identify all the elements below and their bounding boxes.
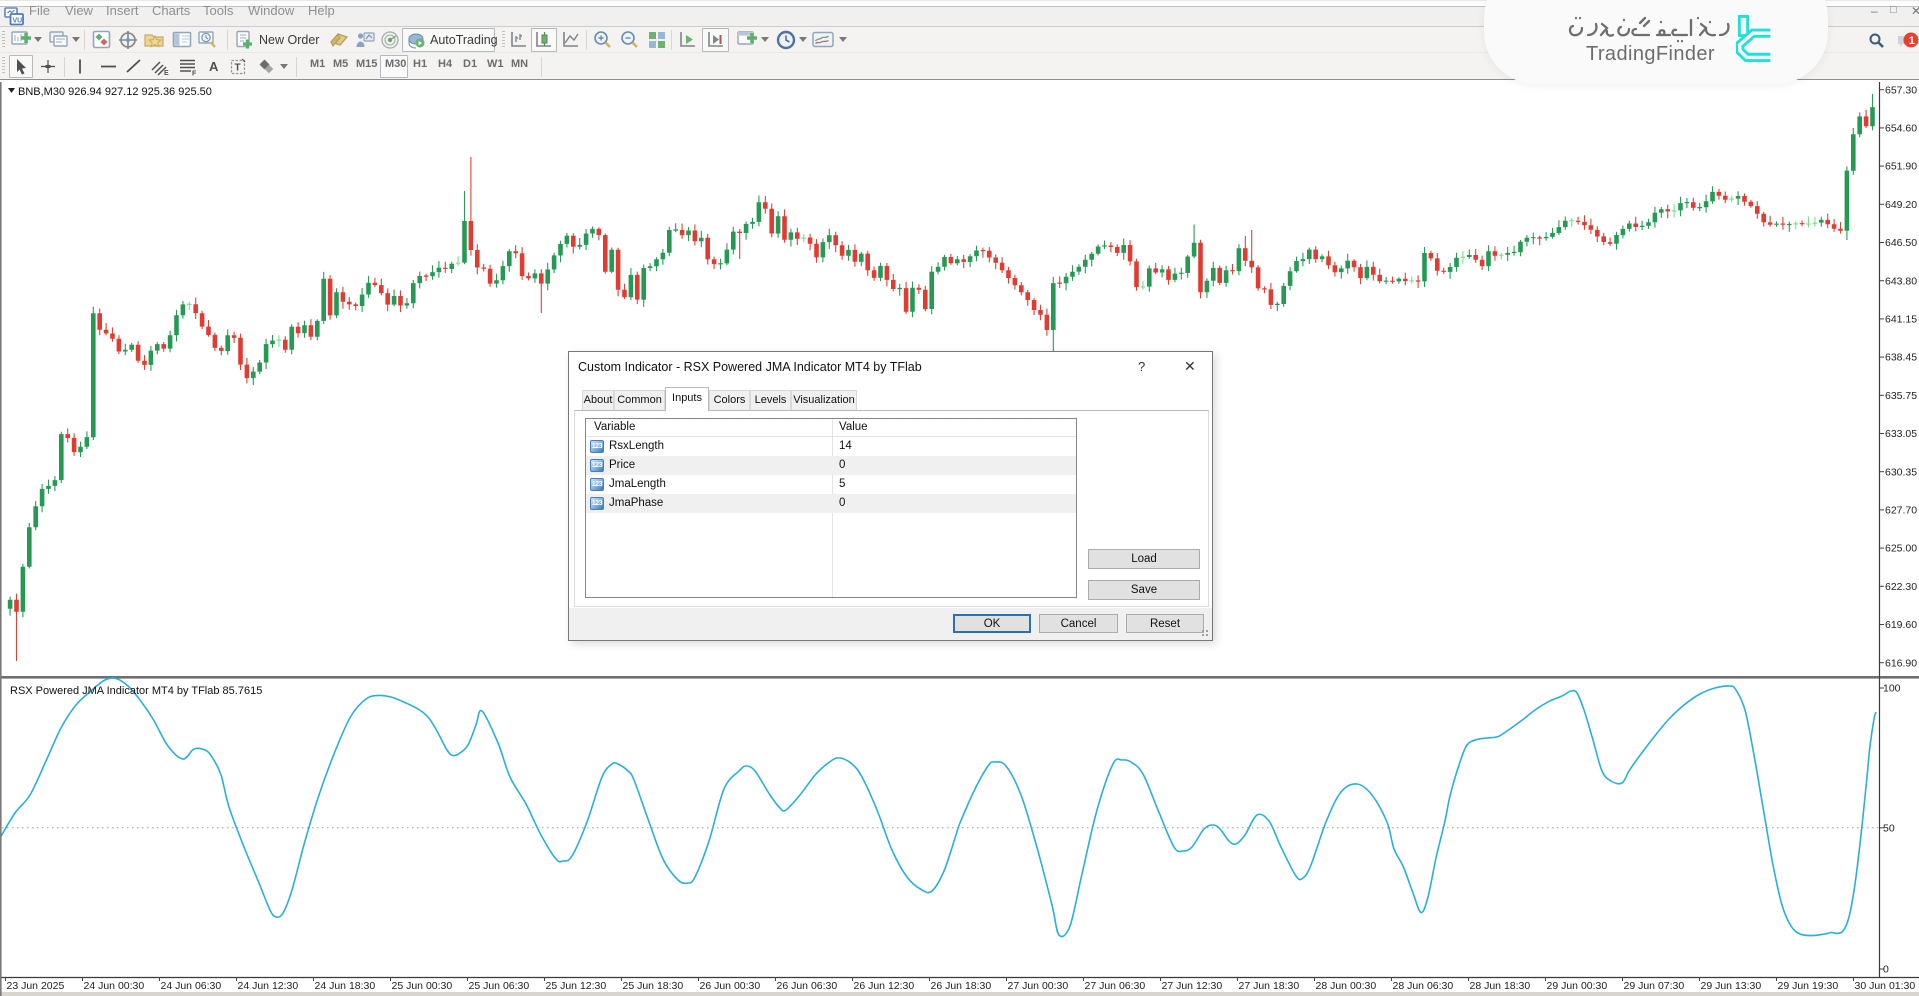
svg-text:27 Jun 12:30: 27 Jun 12:30 xyxy=(1162,980,1223,992)
svg-text:630.35: 630.35 xyxy=(1885,466,1917,478)
svg-text:641.15: 641.15 xyxy=(1885,314,1917,326)
svg-text:649.20: 649.20 xyxy=(1885,199,1917,211)
svg-text:25 Jun 00:30: 25 Jun 00:30 xyxy=(392,980,453,992)
svg-text:24 Jun 18:30: 24 Jun 18:30 xyxy=(315,980,376,992)
svg-text:RSX Powered JMA Indicator MT4: RSX Powered JMA Indicator MT4 by TFlab 8… xyxy=(10,685,262,697)
svg-text:29 Jun 07:30: 29 Jun 07:30 xyxy=(1624,980,1685,992)
svg-text:28 Jun 00:30: 28 Jun 00:30 xyxy=(1316,980,1377,992)
svg-text:26 Jun 06:30: 26 Jun 06:30 xyxy=(777,980,838,992)
svg-text:23 Jun 2025: 23 Jun 2025 xyxy=(7,980,65,992)
svg-text:646.50: 646.50 xyxy=(1885,237,1917,249)
svg-text:627.70: 627.70 xyxy=(1885,505,1917,517)
svg-text:651.90: 651.90 xyxy=(1885,161,1917,173)
svg-text:F: F xyxy=(192,71,197,77)
svg-text:616.90: 616.90 xyxy=(1885,657,1917,669)
svg-text:0: 0 xyxy=(1883,964,1889,976)
svg-text:619.60: 619.60 xyxy=(1885,619,1917,631)
svg-text:27 Jun 18:30: 27 Jun 18:30 xyxy=(1239,980,1300,992)
svg-text:25 Jun 18:30: 25 Jun 18:30 xyxy=(623,980,684,992)
svg-text:25 Jun 12:30: 25 Jun 12:30 xyxy=(546,980,607,992)
svg-text:27 Jun 06:30: 27 Jun 06:30 xyxy=(1085,980,1146,992)
svg-text:26 Jun 00:30: 26 Jun 00:30 xyxy=(700,980,761,992)
svg-text:638.45: 638.45 xyxy=(1885,352,1917,364)
svg-text:635.75: 635.75 xyxy=(1885,390,1917,402)
svg-text:29 Jun 13:30: 29 Jun 13:30 xyxy=(1701,980,1762,992)
svg-text:30 Jun 01:30: 30 Jun 01:30 xyxy=(1855,980,1916,992)
svg-text:643.80: 643.80 xyxy=(1885,275,1917,287)
svg-text:E: E xyxy=(164,70,169,76)
svg-text:27 Jun 00:30: 27 Jun 00:30 xyxy=(1008,980,1069,992)
svg-text:28 Jun 06:30: 28 Jun 06:30 xyxy=(1393,980,1454,992)
svg-text:29 Jun 00:30: 29 Jun 00:30 xyxy=(1547,980,1608,992)
svg-text:28 Jun 18:30: 28 Jun 18:30 xyxy=(1470,980,1531,992)
svg-text:657.30: 657.30 xyxy=(1885,84,1917,96)
svg-text:BNB,M30 926.94 927.12 925.36: BNB,M30 926.94 927.12 925.36 925.50 xyxy=(18,86,212,98)
svg-text:654.60: 654.60 xyxy=(1885,123,1917,135)
svg-text:625.00: 625.00 xyxy=(1885,543,1917,555)
svg-text:24 Jun 00:30: 24 Jun 00:30 xyxy=(84,980,145,992)
svg-text:24 Jun 12:30: 24 Jun 12:30 xyxy=(238,980,299,992)
svg-text:50: 50 xyxy=(1883,822,1895,834)
svg-text:29 Jun 19:30: 29 Jun 19:30 xyxy=(1778,980,1839,992)
svg-text:100: 100 xyxy=(1883,683,1901,695)
svg-text:24 Jun 06:30: 24 Jun 06:30 xyxy=(161,980,222,992)
svg-text:622.30: 622.30 xyxy=(1885,581,1917,593)
svg-text:633.05: 633.05 xyxy=(1885,428,1917,440)
svg-text:T: T xyxy=(235,63,241,74)
svg-text:26 Jun 12:30: 26 Jun 12:30 xyxy=(854,980,915,992)
svg-text:1: 1 xyxy=(1909,35,1915,47)
svg-text:25 Jun 06:30: 25 Jun 06:30 xyxy=(469,980,530,992)
svg-text:26 Jun 18:30: 26 Jun 18:30 xyxy=(931,980,992,992)
